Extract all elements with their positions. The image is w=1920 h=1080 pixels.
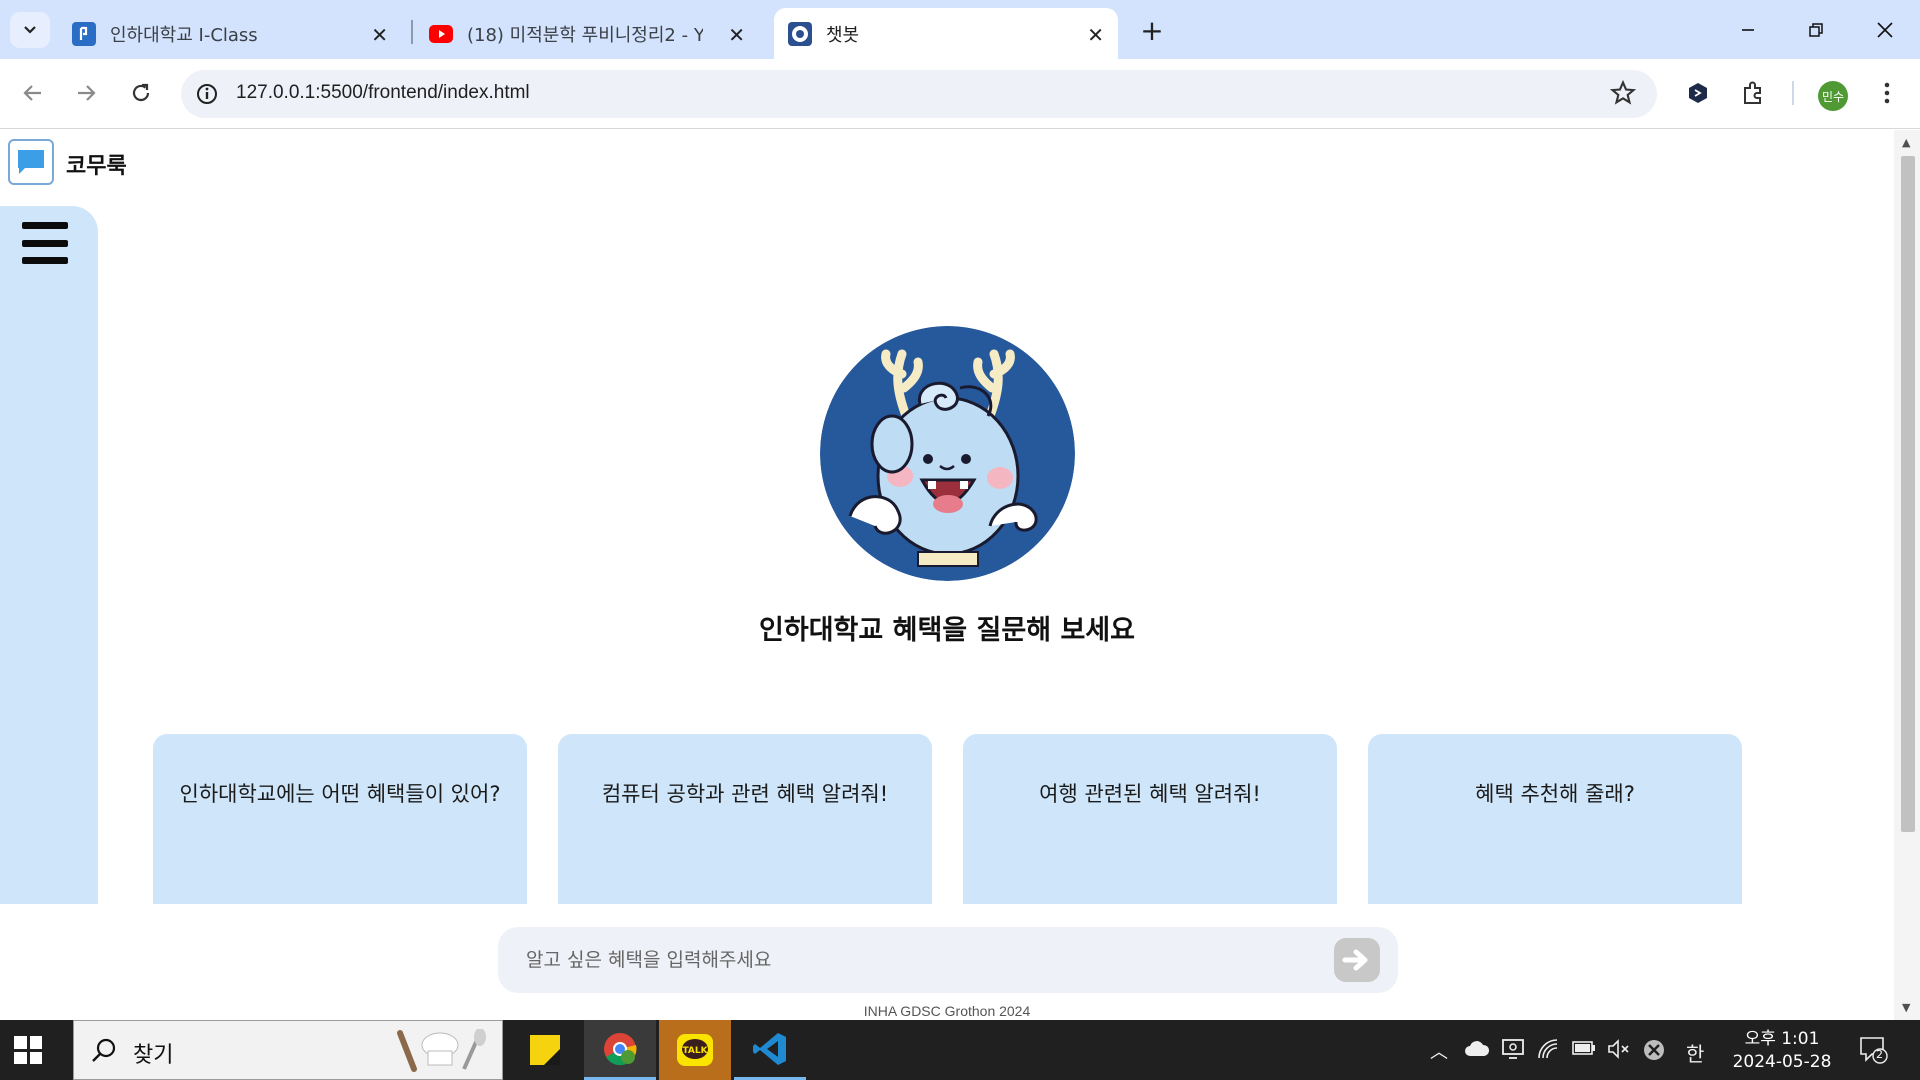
reload-icon xyxy=(132,83,150,102)
reload-button[interactable] xyxy=(121,73,161,113)
tab-title: 챗봇 xyxy=(826,24,860,46)
address-bar[interactable]: 127.0.0.1:5500/frontend/index.html xyxy=(181,70,1657,118)
tab-youtube[interactable]: (18) 미적분학 푸비니정리2 - Yo ✕ xyxy=(415,8,759,59)
arrow-left-icon xyxy=(23,85,41,101)
back-button[interactable] xyxy=(13,73,53,113)
hamburger-menu-icon[interactable] xyxy=(22,222,68,264)
close-icon xyxy=(1877,22,1893,38)
onedrive-cloud-icon[interactable] xyxy=(1464,1040,1490,1058)
sticky-notes-icon xyxy=(530,1035,560,1065)
arrow-right-icon xyxy=(1342,949,1368,971)
app-logo xyxy=(8,139,54,185)
kakaotalk-icon: TALK xyxy=(677,1034,713,1066)
send-button[interactable] xyxy=(1334,938,1380,982)
chevron-down-icon xyxy=(24,26,36,34)
close-icon[interactable]: ✕ xyxy=(728,23,745,47)
suggestion-text: 여행 관련된 혜택 알려줘! xyxy=(1039,782,1261,806)
restore-button[interactable] xyxy=(1793,10,1839,50)
clock-date: 2024-05-28 xyxy=(1732,1052,1832,1072)
wifi-icon[interactable] xyxy=(1537,1038,1559,1060)
page-footer: INHA GDSC Grothon 2024 xyxy=(863,1003,1031,1019)
site-info-icon[interactable] xyxy=(195,82,219,106)
app-name: 코무룩 xyxy=(66,154,127,179)
battery-icon[interactable] xyxy=(1572,1040,1596,1056)
arrow-right-icon xyxy=(78,85,96,101)
mascot-image xyxy=(820,326,1075,581)
taskbar-vscode[interactable] xyxy=(734,1020,806,1080)
chat-input-bar xyxy=(498,927,1398,993)
tab-iclass[interactable]: 인하대학교 I-Class ✕ xyxy=(58,8,402,59)
close-icon[interactable]: ✕ xyxy=(371,23,388,47)
inha-favicon-icon xyxy=(788,21,812,46)
scroll-thumb[interactable] xyxy=(1901,156,1915,832)
chat-bubble-icon xyxy=(18,150,44,174)
suggestion-card[interactable]: 인하대학교에는 어떤 혜택들이 있어? xyxy=(153,734,527,904)
windows-start-icon[interactable] xyxy=(14,1036,42,1064)
new-tab-button[interactable]: + xyxy=(1136,12,1168,48)
iclass-favicon-icon xyxy=(72,21,96,46)
forward-button[interactable] xyxy=(66,73,106,113)
clock-time: 오후 1:01 xyxy=(1744,1029,1820,1049)
scroll-up-arrow-icon[interactable]: ▲ xyxy=(1902,136,1910,149)
cooking-tools-icon xyxy=(397,1029,486,1072)
close-icon[interactable]: ✕ xyxy=(1087,23,1104,47)
suggestion-card[interactable]: 혜택 추천해 줄래? xyxy=(1368,734,1742,904)
youtube-favicon-icon xyxy=(429,22,453,46)
profile-avatar[interactable]: 민수 xyxy=(1818,81,1848,111)
search-placeholder: 찾기 xyxy=(133,1043,174,1068)
taskbar-chrome[interactable] xyxy=(584,1020,656,1080)
speaker-muted-icon[interactable] xyxy=(1607,1038,1631,1060)
search-icon xyxy=(92,1038,116,1062)
tab-title: (18) 미적분학 푸비니정리2 - Yo xyxy=(467,24,703,46)
display-sync-icon[interactable] xyxy=(1501,1038,1525,1060)
sidebar xyxy=(0,206,98,904)
suggestion-text: 혜택 추천해 줄래? xyxy=(1475,782,1635,806)
dragon-mascot-icon xyxy=(820,326,1075,581)
suggestion-card[interactable]: 여행 관련된 혜택 알려줘! xyxy=(963,734,1337,904)
ime-indicator[interactable]: 한 xyxy=(1686,1038,1704,1067)
minimize-icon xyxy=(1742,29,1754,31)
extension-hexagon-icon[interactable] xyxy=(1682,77,1714,109)
vscode-icon xyxy=(753,1032,786,1065)
extensions-puzzle-icon[interactable] xyxy=(1737,77,1769,109)
circle-x-icon[interactable] xyxy=(1642,1038,1666,1062)
taskbar-kakaotalk[interactable]: TALK xyxy=(659,1020,731,1080)
suggestion-card[interactable]: 컴퓨터 공학과 관련 혜택 알려줘! xyxy=(558,734,932,904)
page-headline: 인하대학교 혜택을 질문해 보세요 xyxy=(759,615,1135,646)
restore-icon xyxy=(1809,23,1823,37)
tab-search-button[interactable] xyxy=(10,12,50,48)
chrome-menu-icon[interactable] xyxy=(1871,77,1903,109)
notification-count: 2 xyxy=(1876,1048,1883,1061)
page-scrollbar[interactable]: ▲ ▼ xyxy=(1894,130,1920,1020)
notification-center-button[interactable]: 2 xyxy=(1858,1034,1888,1064)
minimize-button[interactable] xyxy=(1725,10,1771,50)
chrome-icon xyxy=(604,1032,637,1065)
url-text[interactable]: 127.0.0.1:5500/frontend/index.html xyxy=(236,82,530,104)
scroll-down-arrow-icon[interactable]: ▼ xyxy=(1902,1001,1910,1014)
browser-toolbar: 127.0.0.1:5500/frontend/index.html xyxy=(0,59,1920,129)
taskbar-sticky-notes[interactable] xyxy=(509,1020,581,1080)
tab-chatbot[interactable]: 챗봇 ✕ xyxy=(774,8,1118,59)
close-window-button[interactable] xyxy=(1862,10,1908,50)
taskbar-search-box[interactable]: 찾기 xyxy=(73,1020,503,1080)
tab-title: 인하대학교 I-Class xyxy=(110,24,258,46)
chat-input[interactable] xyxy=(526,943,1286,977)
tab-divider xyxy=(411,20,413,44)
tab-strip: 인하대학교 I-Class ✕ (18) 미적분학 푸비니정리2 - Yo ✕ … xyxy=(0,0,1920,59)
bookmark-star-icon[interactable] xyxy=(1609,79,1637,107)
svg-text:TALK: TALK xyxy=(682,1046,708,1056)
taskbar-clock[interactable]: 오후 1:01 2024-05-28 xyxy=(1722,1028,1842,1074)
notification-icon xyxy=(1860,1037,1888,1064)
windows-taskbar: 찾기 TALK ︿ 한 오후 1:01 2024-05-28 2 xyxy=(0,1020,1920,1080)
suggestion-text: 컴퓨터 공학과 관련 혜택 알려줘! xyxy=(601,782,889,806)
tray-overflow-chevron-icon[interactable]: ︿ xyxy=(1430,1038,1448,1064)
suggestion-text: 인하대학교에는 어떤 혜택들이 있어? xyxy=(179,782,501,806)
page-viewport: 코무룩 인하대학교 혜택을 질문해 보세요 인하대학교에는 어떤 혜택들이 있어… xyxy=(0,130,1894,1020)
toolbar-divider xyxy=(1792,81,1794,105)
